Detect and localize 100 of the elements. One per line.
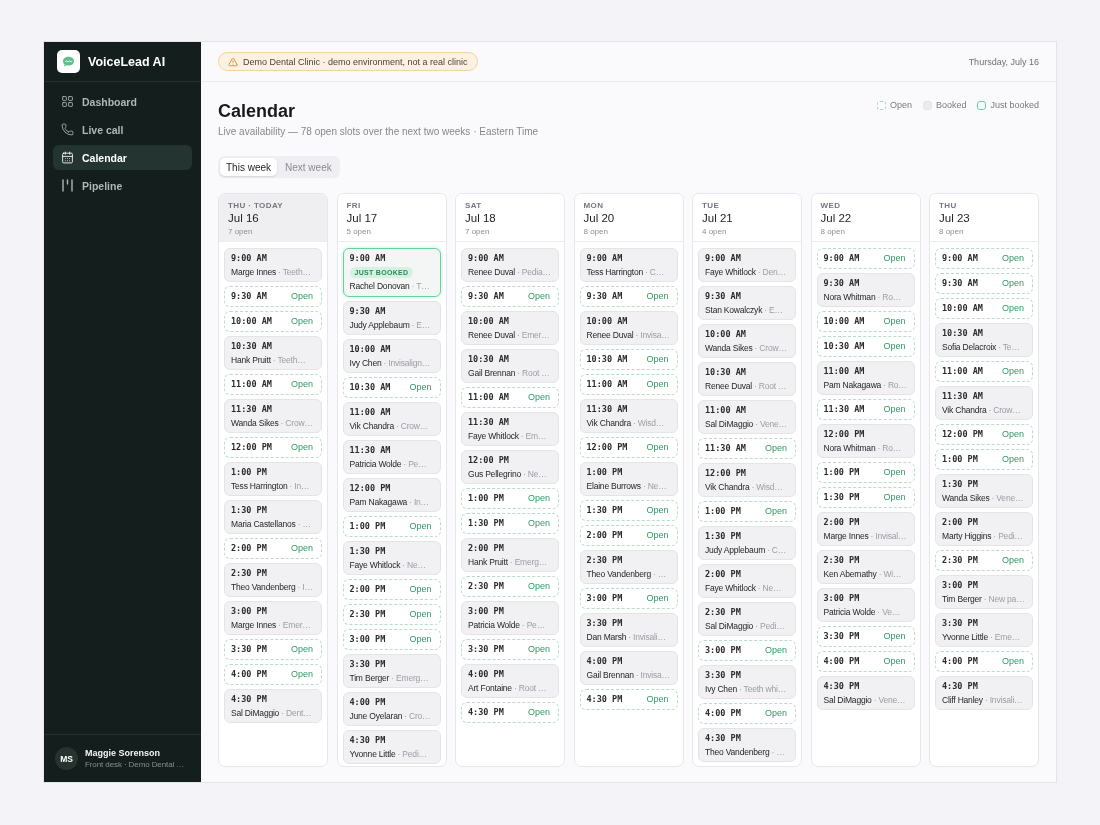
booked-slot[interactable]: 4:30 PM Sal DiMaggio · Dent… — [224, 689, 322, 723]
nav-item[interactable]: Dashboard — [53, 89, 192, 114]
open-slot[interactable]: 9:30 AM Open — [935, 273, 1033, 294]
open-slot[interactable]: 10:00 AM Open — [224, 311, 322, 332]
open-slot[interactable]: 2:30 PM Open — [461, 576, 559, 597]
open-slot[interactable]: 1:30 PM Open — [816, 487, 915, 508]
booked-slot[interactable]: 1:30 PM Faye Whitlock · Ne… — [342, 541, 441, 575]
booked-slot[interactable]: 1:30 PM Judy Applebaum · C… — [698, 526, 796, 560]
open-slot[interactable]: 4:00 PM Open — [224, 664, 322, 685]
booked-slot[interactable]: 1:30 PM Wanda Sikes · Vene… — [935, 474, 1033, 508]
open-slot[interactable]: 1:00 PM Open — [342, 516, 441, 537]
booked-slot[interactable]: 4:00 PM Art Fontaine · Root … — [461, 664, 559, 698]
booked-slot[interactable]: 3:30 PM Yvonne Little · Eme… — [935, 613, 1033, 647]
open-slot[interactable]: 12:00 PM Open — [224, 437, 322, 458]
week-tab[interactable]: This week — [220, 158, 277, 176]
open-slot[interactable]: 2:00 PM Open — [342, 579, 441, 600]
booked-slot[interactable]: 3:00 PM Tim Berger · New pa… — [935, 575, 1033, 609]
open-slot[interactable]: 12:00 PM Open — [935, 424, 1033, 445]
open-slot[interactable]: 2:30 PM Open — [935, 550, 1033, 571]
booked-slot[interactable]: 2:00 PM Marty Higgins · Pedi… — [935, 512, 1033, 546]
nav-item[interactable]: Calendar — [53, 145, 192, 170]
booked-slot[interactable]: 10:30 AM Gail Brennan · Root … — [461, 349, 559, 383]
booked-slot[interactable]: 11:00 AM Pam Nakagawa · Ro… — [816, 361, 915, 395]
open-slot[interactable]: 11:30 AM Open — [816, 399, 915, 420]
booked-slot[interactable]: 9:00 AM Renee Duval · Pedia… — [461, 248, 559, 282]
booked-slot[interactable]: 10:30 AM Hank Pruitt · Teeth… — [224, 336, 322, 370]
booked-slot[interactable]: 1:00 PM Tess Harrington · In… — [224, 462, 322, 496]
booked-slot[interactable]: 10:00 AM Wanda Sikes · Crow… — [698, 324, 796, 358]
booked-slot[interactable]: 3:00 PM Marge Innes · Emer… — [224, 601, 322, 635]
open-slot[interactable]: 10:00 AM Open — [816, 311, 915, 332]
booked-slot[interactable]: 10:00 AM Ivy Chen · Invisalign… — [342, 339, 441, 373]
open-slot[interactable]: 4:00 PM Open — [935, 651, 1033, 672]
booked-slot[interactable]: 2:30 PM Sal DiMaggio · Pedi… — [698, 602, 796, 636]
booked-slot[interactable]: 11:00 AM Vik Chandra · Crow… — [342, 402, 441, 436]
nav-item[interactable]: Pipeline — [53, 173, 192, 198]
booked-slot[interactable]: 12:00 PM Vik Chandra · Wisd… — [698, 463, 796, 497]
booked-slot[interactable]: 2:00 PM Marge Innes · Invisal… — [816, 512, 915, 546]
open-slot[interactable]: 11:00 AM Open — [579, 374, 678, 395]
booked-slot[interactable]: 11:30 AM Vik Chandra · Crow… — [935, 386, 1033, 420]
booked-slot[interactable]: 9:00 AM Faye Whitlock · Den… — [698, 248, 796, 282]
open-slot[interactable]: 11:00 AM Open — [461, 387, 559, 408]
booked-slot[interactable]: 11:30 AM Vik Chandra · Wisd… — [579, 399, 678, 433]
open-slot[interactable]: 4:00 PM Open — [698, 703, 796, 724]
booked-slot[interactable]: 4:30 PM Theo Vandenberg · … — [698, 728, 796, 762]
open-slot[interactable]: 11:00 AM Open — [224, 374, 322, 395]
open-slot[interactable]: 2:00 PM Open — [579, 525, 678, 546]
booked-slot[interactable]: 4:00 PM June Oyelaran · Cro… — [342, 692, 441, 726]
open-slot[interactable]: 3:00 PM Open — [698, 640, 796, 661]
open-slot[interactable]: 4:00 PM Open — [816, 651, 915, 672]
booked-slot[interactable]: 2:00 PM Hank Pruitt · Emerg… — [461, 538, 559, 572]
open-slot[interactable]: 11:30 AM Open — [698, 438, 796, 459]
booked-slot[interactable]: 2:30 PM Theo Vandenberg · … — [579, 550, 678, 584]
booked-slot[interactable]: 2:30 PM Theo Vandenberg · I… — [224, 563, 322, 597]
booked-slot[interactable]: 3:30 PM Tim Berger · Emerg… — [342, 654, 441, 688]
open-slot[interactable]: 1:30 PM Open — [579, 500, 678, 521]
open-slot[interactable]: 11:00 AM Open — [935, 361, 1033, 382]
booked-slot[interactable]: 4:30 PM Yvonne Little · Pedi… — [342, 730, 441, 764]
booked-slot[interactable]: 2:30 PM Ken Abernathy · Wi… — [816, 550, 915, 584]
booked-slot[interactable]: 11:30 AM Wanda Sikes · Crow… — [224, 399, 322, 433]
booked-slot[interactable]: 9:30 AM Judy Applebaum · E… — [342, 301, 441, 335]
open-slot[interactable]: 12:00 PM Open — [579, 437, 678, 458]
booked-slot[interactable]: 10:00 AM Renee Duval · Emer… — [461, 311, 559, 345]
booked-slot[interactable]: 9:00 AM Marge Innes · Teeth… — [224, 248, 322, 282]
booked-slot[interactable]: 1:30 PM Maria Castellanos · … — [224, 500, 322, 534]
booked-slot[interactable]: 4:00 PM Gail Brennan · Invisa… — [579, 651, 678, 685]
booked-slot[interactable]: 10:00 AM Renee Duval · Invisa… — [579, 311, 678, 345]
booked-slot[interactable]: 11:00 AM Sal DiMaggio · Vene… — [698, 400, 796, 434]
booked-slot[interactable]: 9:30 AM Nora Whitman · Ro… — [816, 273, 915, 307]
booked-slot[interactable]: 3:30 PM Dan Marsh · Invisali… — [579, 613, 678, 647]
open-slot[interactable]: 10:30 AM Open — [342, 377, 441, 398]
booked-slot[interactable]: 10:30 AM Sofia Delacroix · Te… — [935, 323, 1033, 357]
nav-item[interactable]: Live call — [53, 117, 192, 142]
open-slot[interactable]: 3:30 PM Open — [224, 639, 322, 660]
open-slot[interactable]: 3:00 PM Open — [579, 588, 678, 609]
open-slot[interactable]: 10:30 AM Open — [816, 336, 915, 357]
booked-slot[interactable]: 3:00 PM Patricia Wolde · Ve… — [816, 588, 915, 622]
booked-slot[interactable]: 1:00 PM Elaine Burrows · Ne… — [579, 462, 678, 496]
booked-slot[interactable]: 12:00 PM Pam Nakagawa · In… — [342, 478, 441, 512]
open-slot[interactable]: 4:30 PM Open — [461, 702, 559, 723]
booked-slot[interactable]: 11:30 AM Patricia Wolde · Pe… — [342, 440, 441, 474]
booked-slot[interactable]: 3:00 PM Patricia Wolde · Pe… — [461, 601, 559, 635]
open-slot[interactable]: 1:00 PM Open — [698, 501, 796, 522]
open-slot[interactable]: 9:30 AM Open — [579, 286, 678, 307]
booked-slot[interactable]: 11:30 AM Faye Whitlock · Em… — [461, 412, 559, 446]
open-slot[interactable]: 1:00 PM Open — [816, 462, 915, 483]
booked-slot[interactable]: 10:30 AM Renee Duval · Root … — [698, 362, 796, 396]
booked-slot[interactable]: 12:00 PM Gus Pellegrino · Ne… — [461, 450, 559, 484]
booked-slot[interactable]: 3:30 PM Ivy Chen · Teeth whi… — [698, 665, 796, 699]
open-slot[interactable]: 9:00 AM Open — [816, 248, 915, 269]
open-slot[interactable]: 2:00 PM Open — [224, 538, 322, 559]
open-slot[interactable]: 1:00 PM Open — [461, 488, 559, 509]
open-slot[interactable]: 3:30 PM Open — [816, 626, 915, 647]
open-slot[interactable]: 10:00 AM Open — [935, 298, 1033, 319]
open-slot[interactable]: 9:00 AM Open — [935, 248, 1033, 269]
booked-slot[interactable]: 2:00 PM Faye Whitlock · Ne… — [698, 564, 796, 598]
open-slot[interactable]: 3:00 PM Open — [342, 629, 441, 650]
open-slot[interactable]: 2:30 PM Open — [342, 604, 441, 625]
open-slot[interactable]: 4:30 PM Open — [579, 689, 678, 710]
booked-slot[interactable]: 12:00 PM Nora Whitman · Ro… — [816, 424, 915, 458]
open-slot[interactable]: 1:00 PM Open — [935, 449, 1033, 470]
